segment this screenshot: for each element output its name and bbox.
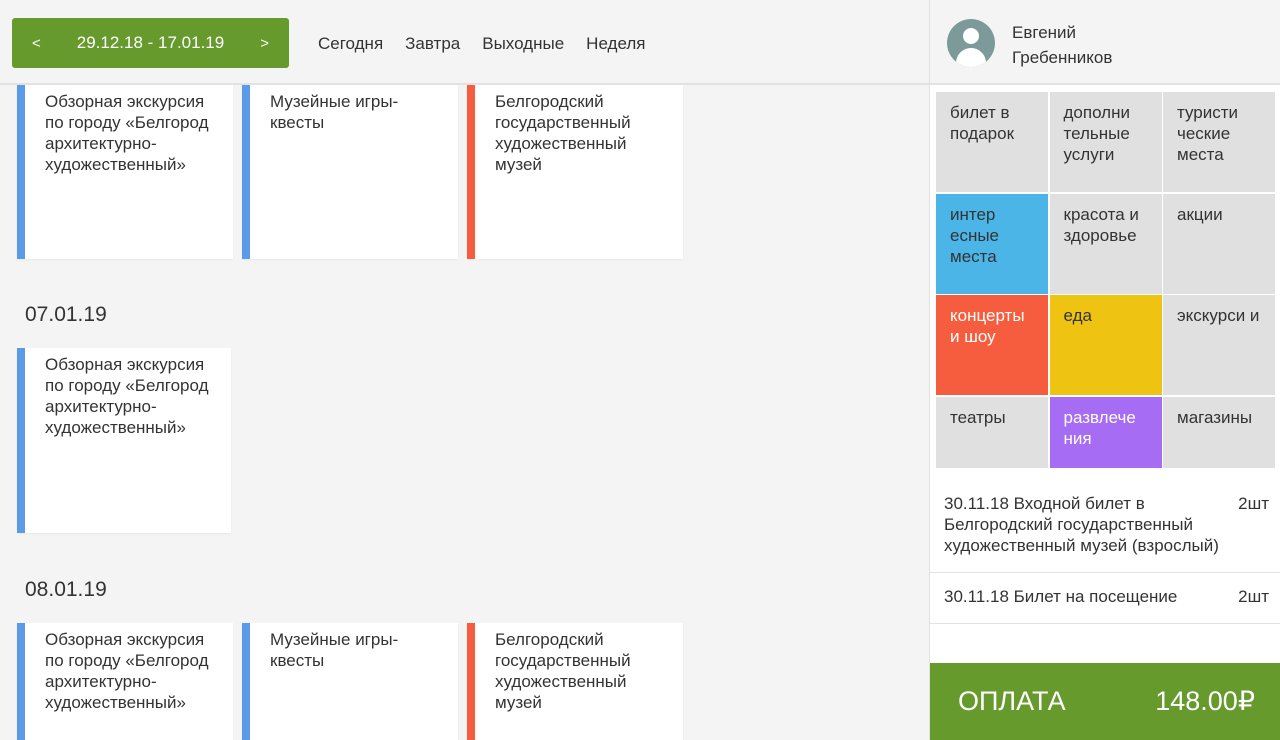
order-item-qty: 2шт	[1238, 587, 1269, 606]
event-card[interactable]: Обзорная экскурсия по городу «Белгород а…	[17, 348, 231, 533]
user-name: Евгений Гребенников	[1012, 23, 1113, 67]
event-card[interactable]: Обзорная экскурсия по городу «Белгород а…	[17, 85, 233, 259]
category-beauty-health[interactable]: красота и здоровье	[1049, 193, 1162, 294]
category-excursions[interactable]: экскурси и	[1163, 295, 1275, 395]
pay-button[interactable]: ОПЛАТА 148.00₽	[930, 663, 1280, 740]
filter-week[interactable]: Неделя	[586, 34, 645, 54]
top-toolbar: < 29.12.18 - 17.01.19 > Сегодня Завтра В…	[0, 0, 929, 85]
event-cards-row: Обзорная экскурсия по городу «Белгород а…	[17, 85, 683, 259]
cart-panel: Евгений Гребенников билет в подарок допо…	[929, 0, 1280, 740]
order-item[interactable]: 30.11.18 Билет на посещение 2шт	[930, 573, 1280, 624]
order-item-name: 30.11.18 Входной билет в Белгородский го…	[944, 494, 1219, 555]
filter-tomorrow[interactable]: Завтра	[405, 34, 460, 54]
category-tourist-places[interactable]: туристи ческие места	[1163, 92, 1275, 192]
filter-weekend[interactable]: Выходные	[482, 34, 564, 54]
event-card[interactable]: Обзорная экскурсия по городу «Белгород а…	[17, 623, 233, 740]
date-header: 07.01.19	[25, 303, 107, 326]
user-avatar-icon[interactable]	[947, 19, 995, 67]
events-list: Обзорная экскурсия по городу «Белгород а…	[0, 85, 929, 740]
chevron-right-icon[interactable]: >	[260, 35, 269, 52]
category-entertainment[interactable]: развлече ния	[1049, 396, 1162, 468]
order-list: 30.11.18 Входной билет в Белгородский го…	[930, 480, 1280, 624]
date-range-label[interactable]: 29.12.18 - 17.01.19	[77, 33, 224, 53]
order-item[interactable]: 30.11.18 Входной билет в Белгородский го…	[930, 480, 1280, 573]
event-card[interactable]: Музейные игры-квесты	[242, 623, 458, 740]
event-card[interactable]: Белгородский государственный художествен…	[467, 623, 683, 740]
category-concerts[interactable]: концерты и шоу	[936, 295, 1048, 395]
filter-today[interactable]: Сегодня	[318, 34, 383, 54]
category-extra-services[interactable]: дополни тельные услуги	[1049, 92, 1162, 192]
event-card[interactable]: Белгородский государственный художествен…	[467, 85, 683, 259]
category-food[interactable]: еда	[1049, 295, 1162, 395]
quick-date-filters: Сегодня Завтра Выходные Неделя	[318, 34, 645, 54]
user-header: Евгений Гребенников	[930, 0, 1280, 85]
category-theaters[interactable]: театры	[936, 396, 1048, 468]
category-gift-ticket[interactable]: билет в подарок	[936, 92, 1048, 192]
event-cards-row: Обзорная экскурсия по городу «Белгород а…	[17, 623, 683, 740]
category-grid: билет в подарок дополни тельные услуги т…	[936, 92, 1275, 497]
pay-amount: 148.00₽	[1155, 686, 1255, 716]
order-item-qty: 2шт	[1238, 494, 1269, 513]
event-cards-row: Обзорная экскурсия по городу «Белгород а…	[17, 348, 231, 533]
category-interesting-places[interactable]: интер есные места	[936, 193, 1048, 294]
date-range-picker[interactable]: < 29.12.18 - 17.01.19 >	[12, 18, 289, 68]
events-area: < 29.12.18 - 17.01.19 > Сегодня Завтра В…	[0, 0, 929, 740]
date-header: 08.01.19	[25, 578, 107, 601]
category-shops[interactable]: магазины	[1163, 396, 1275, 468]
category-promotions[interactable]: акции	[1163, 193, 1275, 294]
order-item-name: 30.11.18 Билет на посещение	[944, 587, 1178, 606]
pay-label: ОПЛАТА	[958, 686, 1066, 716]
chevron-left-icon[interactable]: <	[32, 35, 41, 52]
event-card[interactable]: Музейные игры-квесты	[242, 85, 458, 259]
